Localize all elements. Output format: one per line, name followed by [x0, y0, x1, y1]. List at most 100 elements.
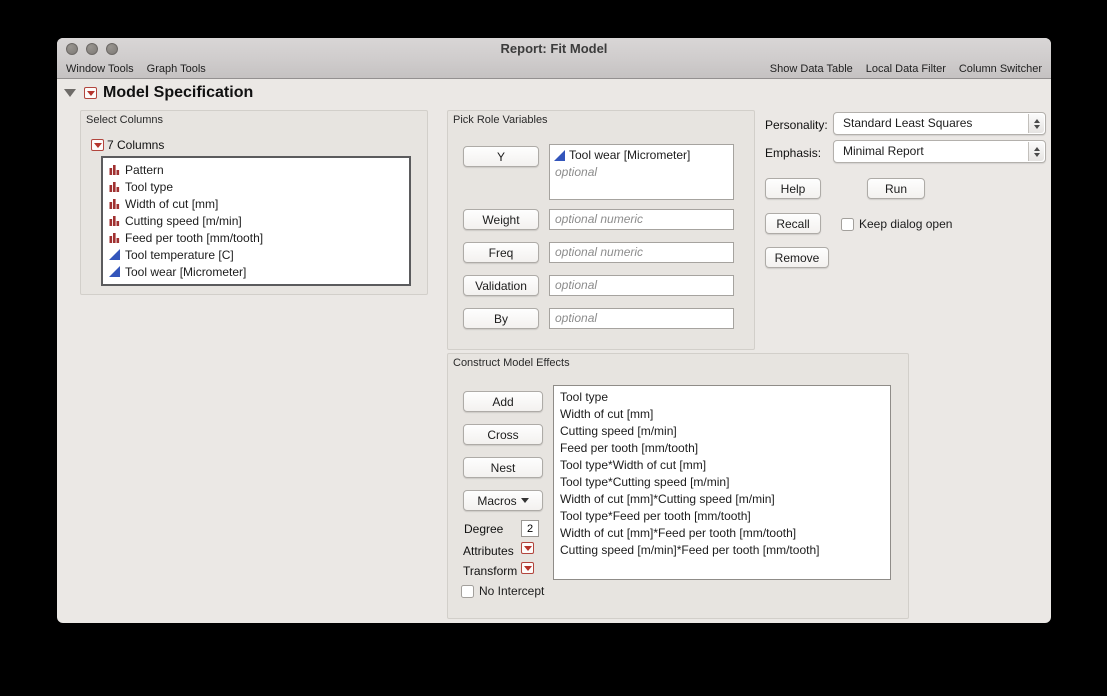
page-title: Model Specification: [103, 84, 254, 101]
minimize-button[interactable]: [86, 43, 98, 55]
toolbar-menu-item[interactable]: Window Tools: [66, 63, 134, 75]
column-label: Width of cut [mm]: [125, 196, 219, 211]
columns-count-row: 7 Columns: [91, 138, 164, 152]
fit-model-window: Report: Fit Model Window Tools Graph Tool…: [57, 38, 1051, 623]
columns-red-triangle-icon[interactable]: [91, 139, 104, 151]
column-item[interactable]: Cutting speed [m/min]: [109, 212, 409, 229]
degree-label: Degree: [464, 522, 504, 536]
column-item[interactable]: Tool type: [109, 178, 409, 195]
model-effect-item[interactable]: Cutting speed [m/min]: [560, 423, 890, 440]
no-intercept-checkbox[interactable]: [461, 584, 474, 598]
y-button[interactable]: Y: [463, 146, 539, 167]
pick-role-variables-panel: Pick Role Variables Y Tool wear [Microme…: [447, 110, 755, 350]
column-label: Cutting speed [m/min]: [125, 213, 242, 228]
toolbar-left-menu: Window Tools Graph Tools: [66, 63, 206, 75]
keep-dialog-open-checkbox[interactable]: [841, 217, 854, 231]
model-effects-list[interactable]: Tool type Width of cut [mm] Cutting spee…: [553, 385, 891, 580]
help-button[interactable]: Help: [765, 178, 821, 199]
red-triangle-menu-icon[interactable]: [84, 87, 97, 99]
continuous-column-icon: [554, 149, 565, 161]
macros-caret-icon: [520, 498, 529, 503]
validation-button[interactable]: Validation: [463, 275, 539, 296]
weight-role-box[interactable]: optional numeric: [549, 209, 734, 230]
y-role-value: Tool wear [Micrometer]: [569, 148, 691, 162]
pick-roles-title: Pick Role Variables: [453, 114, 548, 126]
model-effect-item[interactable]: Feed per tooth [mm/tooth]: [560, 440, 890, 457]
dropdown-stepper-icon: [1028, 114, 1044, 133]
window-titlebar: Report: Fit Model: [57, 38, 1051, 60]
column-item[interactable]: Tool temperature [C]: [109, 246, 409, 263]
window-title: Report: Fit Model: [500, 41, 608, 56]
model-effect-item[interactable]: Tool type*Feed per tooth [mm/tooth]: [560, 508, 890, 525]
remove-button[interactable]: Remove: [765, 247, 829, 268]
window-toolbar: Window Tools Graph Tools Show Data Table L…: [57, 60, 1051, 79]
nest-button[interactable]: Nest: [463, 457, 543, 478]
column-label: Pattern: [125, 162, 164, 177]
column-label: Tool type: [125, 179, 174, 194]
y-role-box[interactable]: Tool wear [Micrometer] optional: [549, 144, 734, 200]
by-role-box[interactable]: optional: [549, 308, 734, 329]
no-intercept-label: No Intercept: [479, 584, 545, 598]
run-button[interactable]: Run: [867, 178, 925, 199]
column-item[interactable]: Feed per tooth [mm/tooth]: [109, 229, 409, 246]
close-button[interactable]: [66, 43, 78, 55]
outline-disclosure-icon[interactable]: [64, 89, 76, 97]
model-effect-item[interactable]: Width of cut [mm]*Feed per tooth [mm/too…: [560, 525, 890, 542]
model-effect-item[interactable]: Width of cut [mm]*Cutting speed [m/min]: [560, 491, 890, 508]
macros-button-label: Macros: [477, 493, 517, 508]
by-button[interactable]: By: [463, 308, 539, 329]
nominal-column-icon: [109, 164, 120, 175]
keep-dialog-open-row: Keep dialog open: [841, 217, 952, 231]
personality-value: Standard Least Squares: [843, 116, 973, 130]
emphasis-label: Emphasis:: [765, 146, 822, 160]
weight-placeholder: optional numeric: [555, 212, 644, 226]
dropdown-stepper-icon: [1028, 142, 1044, 161]
attributes-menu-icon[interactable]: [521, 542, 534, 554]
macros-button[interactable]: Macros: [463, 490, 543, 511]
toolbar-menu-item[interactable]: Column Switcher: [959, 63, 1042, 75]
traffic-lights: [66, 43, 118, 55]
personality-dropdown[interactable]: Standard Least Squares: [833, 112, 1046, 135]
column-item[interactable]: Tool wear [Micrometer]: [109, 263, 409, 280]
keep-dialog-open-label: Keep dialog open: [859, 217, 953, 231]
freq-button[interactable]: Freq: [463, 242, 539, 263]
continuous-column-icon: [109, 249, 120, 260]
column-item[interactable]: Pattern: [109, 161, 409, 178]
emphasis-value: Minimal Report: [843, 144, 924, 158]
desktop-background: { "window": { "title": "Report: Fit Mode…: [0, 0, 1107, 696]
toolbar-menu-item[interactable]: Local Data Filter: [866, 63, 946, 75]
continuous-column-icon: [109, 266, 120, 277]
model-effect-item[interactable]: Tool type*Width of cut [mm]: [560, 457, 890, 474]
cross-button[interactable]: Cross: [463, 424, 543, 445]
model-effect-item[interactable]: Width of cut [mm]: [560, 406, 890, 423]
freq-placeholder: optional numeric: [555, 245, 644, 259]
effects-panel-title: Construct Model Effects: [453, 357, 570, 369]
toolbar-right-menu: Show Data Table Local Data Filter Column S…: [770, 63, 1042, 75]
validation-placeholder: optional: [555, 278, 598, 292]
transform-menu-icon[interactable]: [521, 562, 534, 574]
column-item[interactable]: Width of cut [mm]: [109, 195, 409, 212]
y-role-value-row[interactable]: Tool wear [Micrometer]: [554, 147, 733, 163]
attributes-label: Attributes: [463, 544, 514, 558]
no-intercept-row: No Intercept: [461, 584, 544, 598]
model-effect-item[interactable]: Tool type*Cutting speed [m/min]: [560, 474, 890, 491]
select-columns-panel: Select Columns 7 Columns Pattern Tool ty…: [80, 110, 428, 295]
emphasis-dropdown[interactable]: Minimal Report: [833, 140, 1046, 163]
validation-role-box[interactable]: optional: [549, 275, 734, 296]
add-button[interactable]: Add: [463, 391, 543, 412]
columns-count-label: 7 Columns: [107, 138, 165, 152]
nominal-column-icon: [109, 198, 120, 209]
model-effect-item[interactable]: Tool type: [560, 389, 890, 406]
columns-list[interactable]: Pattern Tool type Width of cut [mm] Cutt…: [101, 156, 411, 286]
freq-role-box[interactable]: optional numeric: [549, 242, 734, 263]
column-label: Tool temperature [C]: [125, 247, 234, 262]
y-role-placeholder: optional: [555, 165, 598, 179]
toolbar-menu-item[interactable]: Graph Tools: [147, 63, 206, 75]
personality-label: Personality:: [765, 118, 828, 132]
recall-button[interactable]: Recall: [765, 213, 821, 234]
zoom-button[interactable]: [106, 43, 118, 55]
model-effect-item[interactable]: Cutting speed [m/min]*Feed per tooth [mm…: [560, 542, 890, 559]
weight-button[interactable]: Weight: [463, 209, 539, 230]
degree-input[interactable]: [521, 520, 539, 537]
toolbar-menu-item[interactable]: Show Data Table: [770, 63, 853, 75]
